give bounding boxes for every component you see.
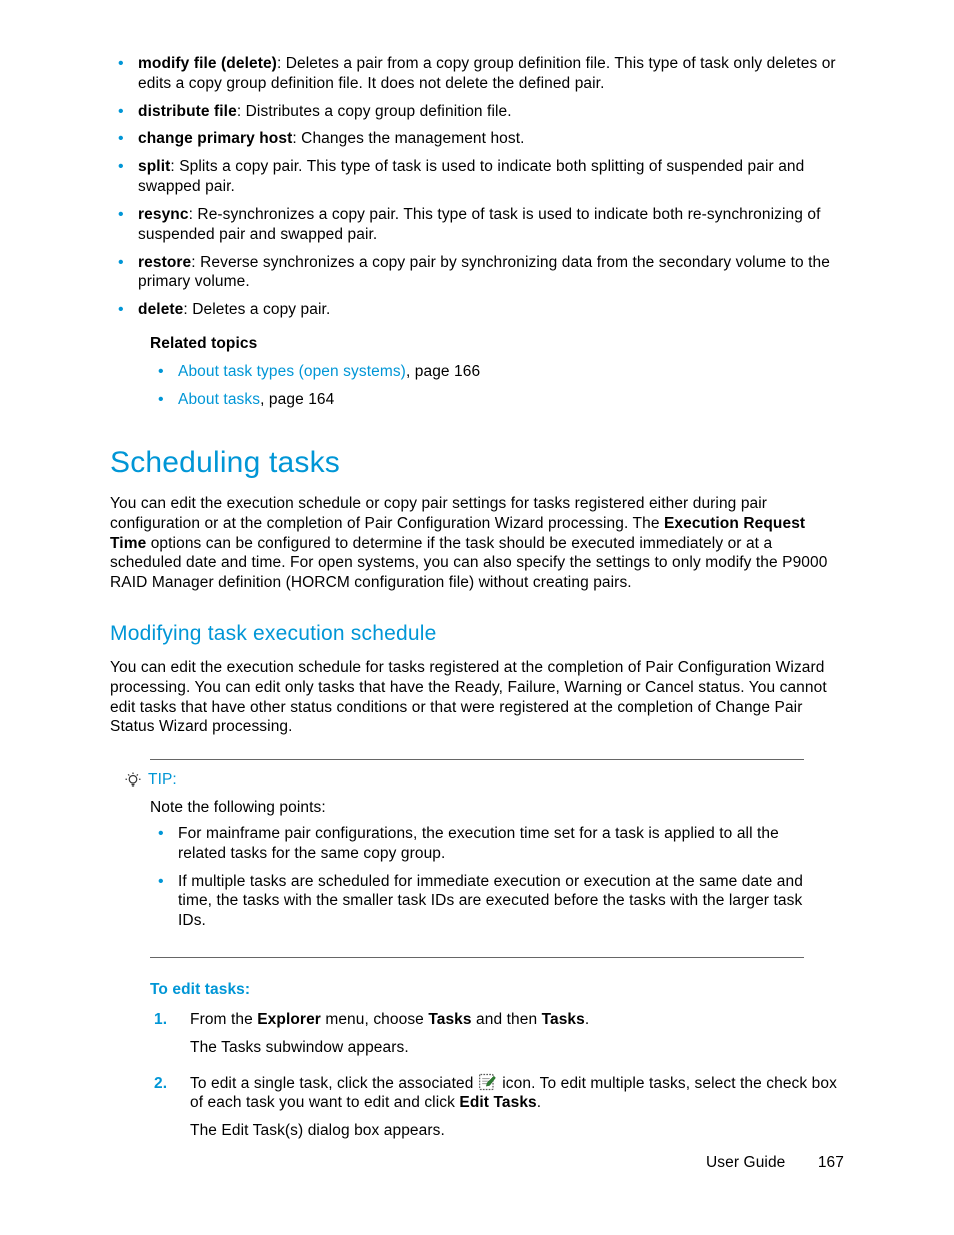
list-item: For mainframe pair configurations, the e… <box>150 824 804 864</box>
tasks-label: Tasks <box>542 1011 585 1028</box>
explorer-menu-label: Explorer <box>257 1011 321 1028</box>
term: delete <box>138 301 183 318</box>
term: distribute file <box>138 103 237 120</box>
list-item: About task types (open systems), page 16… <box>150 362 844 382</box>
list-item: delete: Deletes a copy pair. <box>110 300 844 320</box>
lightbulb-icon <box>124 771 142 789</box>
heading-scheduling-tasks: Scheduling tasks <box>110 444 844 482</box>
list-item: restore: Reverse synchronizes a copy pai… <box>110 253 844 293</box>
footer-title: User Guide <box>706 1154 785 1171</box>
heading-modifying-schedule: Modifying task execution schedule <box>110 621 844 648</box>
term: change primary host <box>138 130 292 147</box>
desc: : Deletes a copy pair. <box>183 301 330 318</box>
list-item: modify file (delete): Deletes a pair fro… <box>110 54 844 94</box>
edit-task-icon <box>478 1072 498 1092</box>
list-item: change primary host: Changes the managem… <box>110 129 844 149</box>
text: To edit a single task, click the associa… <box>190 1075 478 1092</box>
related-suffix: , page 166 <box>406 363 480 380</box>
desc: : Reverse synchronizes a copy pair by sy… <box>138 254 830 291</box>
step-2: To edit a single task, click the associa… <box>150 1072 844 1141</box>
desc: : Splits a copy pair. This type of task … <box>138 158 804 195</box>
related-topics-heading: Related topics <box>150 334 844 354</box>
tasks-label: Tasks <box>428 1011 471 1028</box>
step-1: From the Explorer menu, choose Tasks and… <box>150 1010 844 1058</box>
list-item: If multiple tasks are scheduled for imme… <box>150 872 804 931</box>
desc: : Changes the management host. <box>292 130 524 147</box>
text: . <box>585 1011 589 1028</box>
related-link[interactable]: About task types (open systems) <box>178 363 406 380</box>
text: menu, choose <box>321 1011 428 1028</box>
list-item: distribute file: Distributes a copy grou… <box>110 102 844 122</box>
term: resync <box>138 206 189 223</box>
step-1-sub: The Tasks subwindow appears. <box>190 1038 844 1058</box>
term: restore <box>138 254 191 271</box>
tip-bullets: For mainframe pair configurations, the e… <box>150 824 804 931</box>
step-2-sub: The Edit Task(s) dialog box appears. <box>190 1121 844 1141</box>
desc: : Re-synchronizes a copy pair. This type… <box>138 206 821 243</box>
tip-block: TIP: Note the following points: For main… <box>150 759 804 958</box>
term: split <box>138 158 170 175</box>
related-link[interactable]: About tasks <box>178 391 260 408</box>
page-number: 167 <box>818 1153 844 1173</box>
modifying-intro: You can edit the execution schedule for … <box>110 658 844 737</box>
list-item: resync: Re-synchronizes a copy pair. Thi… <box>110 205 844 245</box>
page-footer: User Guide 167 <box>706 1153 844 1173</box>
related-suffix: , page 164 <box>260 391 334 408</box>
tip-intro: Note the following points: <box>150 798 804 818</box>
text: options can be configured to determine i… <box>110 535 827 592</box>
scheduling-intro: You can edit the execution schedule or c… <box>110 494 844 593</box>
list-item: About tasks, page 164 <box>150 390 844 410</box>
text: and then <box>472 1011 542 1028</box>
tip-header: TIP: <box>124 770 804 790</box>
text: From the <box>190 1011 257 1028</box>
text: . <box>537 1094 541 1111</box>
steps-list: From the Explorer menu, choose Tasks and… <box>150 1010 844 1141</box>
desc: : Distributes a copy group definition fi… <box>237 103 512 120</box>
term: modify file (delete) <box>138 55 277 72</box>
edit-tasks-label: Edit Tasks <box>459 1094 536 1111</box>
steps-heading: To edit tasks: <box>150 980 844 1000</box>
tip-label: TIP: <box>148 770 177 790</box>
related-topics-list: About task types (open systems), page 16… <box>150 362 844 410</box>
list-item: split: Splits a copy pair. This type of … <box>110 157 844 197</box>
task-type-list: modify file (delete): Deletes a pair fro… <box>110 54 844 320</box>
